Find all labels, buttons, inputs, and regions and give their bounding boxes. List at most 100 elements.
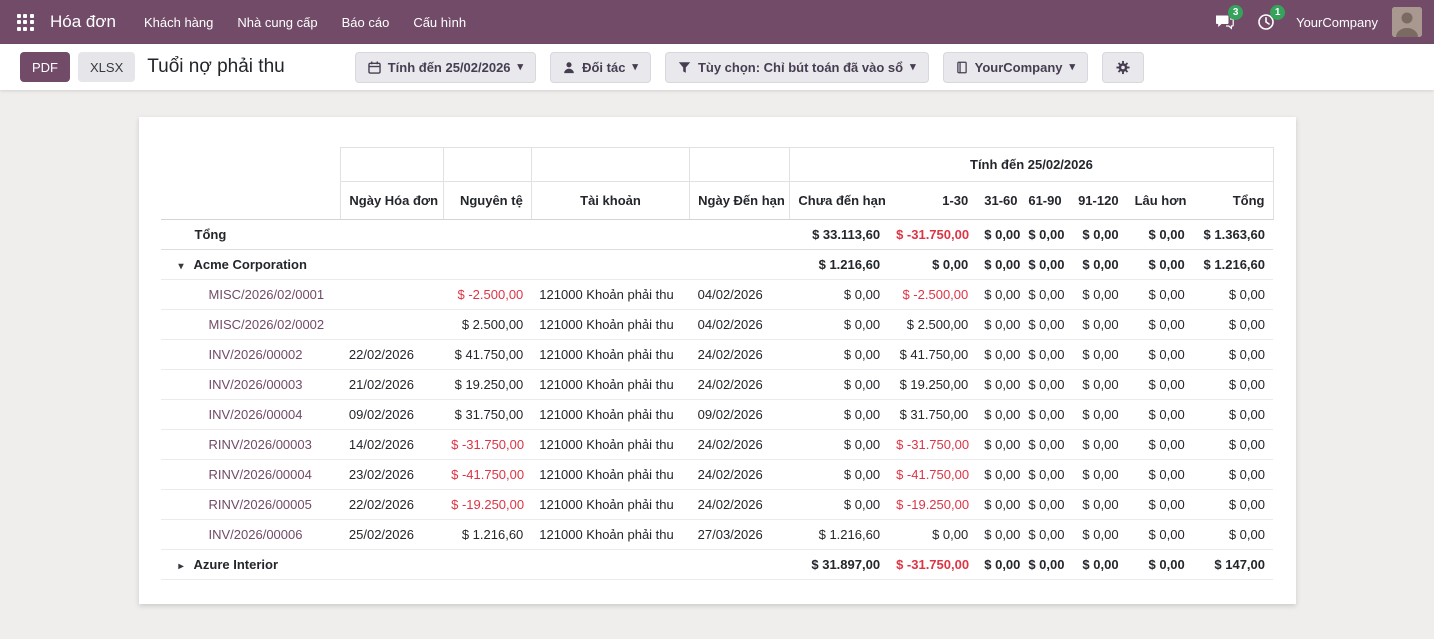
- detail-cell: [443, 250, 531, 280]
- report-sheet: Tính đến 25/02/2026 Ngày Hóa đơn Nguyên …: [139, 117, 1296, 604]
- detail-cell: [341, 220, 443, 250]
- row-label-cell: INV/2026/00006: [161, 520, 341, 550]
- avatar[interactable]: [1392, 7, 1422, 37]
- amount-cell: $ 0,00: [1193, 490, 1273, 520]
- document-link[interactable]: INV/2026/00004: [209, 407, 303, 422]
- report-line-row: INV/2026/0000409/02/2026$ 31.750,0012100…: [161, 400, 1274, 430]
- amount-cell: $ 41.750,00: [888, 340, 976, 370]
- amount-cell: $ 0,00: [1068, 490, 1126, 520]
- detail-cell: 22/02/2026: [341, 490, 443, 520]
- document-link[interactable]: RINV/2026/00003: [209, 437, 312, 452]
- menu-item-nha-cung-cap[interactable]: Nhà cung cấp: [225, 0, 329, 44]
- options-filter-button[interactable]: Tùy chọn: Chỉ bút toán đã vào sổ ▾: [665, 52, 929, 83]
- document-link[interactable]: RINV/2026/00004: [209, 467, 312, 482]
- caret-expanded-icon[interactable]: ▾: [179, 261, 194, 272]
- partner-group-row: ▾Acme Corporation$ 1.216,60$ 0,00$ 0,00$…: [161, 250, 1274, 280]
- row-label: Tổng: [195, 227, 227, 242]
- date-filter-button[interactable]: Tính đến 25/02/2026 ▾: [355, 52, 536, 83]
- detail-cell: [690, 220, 790, 250]
- amount-cell: $ 0,00: [790, 370, 888, 400]
- amount-cell: $ 0,00: [1127, 550, 1193, 580]
- chevron-down-icon: ▾: [910, 62, 916, 73]
- content-area: Tính đến 25/02/2026 Ngày Hóa đơn Nguyên …: [0, 90, 1434, 639]
- amount-cell: $ 0,00: [790, 460, 888, 490]
- amount-cell: $ 0,00: [976, 550, 1020, 580]
- col-header-account: Tài khoản: [531, 182, 689, 220]
- partner-filter-button[interactable]: Đối tác ▾: [550, 52, 651, 83]
- row-label-cell: ▾Acme Corporation: [161, 250, 341, 280]
- amount-cell: $ 0,00: [1068, 460, 1126, 490]
- amount-cell: $ 0,00: [1193, 340, 1273, 370]
- detail-cell: [531, 220, 689, 250]
- row-label-cell: MISC/2026/02/0001: [161, 280, 341, 310]
- amount-cell: $ -31.750,00: [888, 550, 976, 580]
- apps-menu-button[interactable]: [6, 0, 44, 44]
- row-label[interactable]: Azure Interior: [194, 557, 279, 572]
- company-switcher[interactable]: YourCompany: [1296, 15, 1378, 30]
- amount-cell: $ 1.216,60: [790, 250, 888, 280]
- empty-header-cell: [443, 148, 531, 182]
- period-group-header: Tính đến 25/02/2026: [790, 148, 1273, 182]
- report-line-row: RINV/2026/0000314/02/2026$ -31.750,00121…: [161, 430, 1274, 460]
- detail-cell: 121000 Khoản phải thu: [531, 460, 689, 490]
- amount-cell: $ 0,00: [976, 520, 1020, 550]
- col-header-61-90: 61-90: [1020, 182, 1068, 220]
- amount-cell: $ 0,00: [976, 220, 1020, 250]
- amount-cell: $ 1.216,60: [790, 520, 888, 550]
- row-label[interactable]: Acme Corporation: [194, 257, 307, 272]
- amount-cell: $ 0,00: [1193, 310, 1273, 340]
- row-label-cell: INV/2026/00003: [161, 370, 341, 400]
- col-header-label: [161, 182, 341, 220]
- pdf-button[interactable]: PDF: [20, 52, 70, 82]
- col-header-not-due: Chưa đến hạn: [790, 182, 888, 220]
- xlsx-button[interactable]: XLSX: [78, 52, 135, 82]
- detail-cell: $ -31.750,00: [443, 430, 531, 460]
- col-header-total: Tổng: [1193, 182, 1273, 220]
- activities-badge: 1: [1270, 5, 1285, 20]
- detail-cell: 25/02/2026: [341, 520, 443, 550]
- messages-button[interactable]: 3: [1208, 6, 1240, 38]
- amount-cell: $ 0,00: [790, 310, 888, 340]
- amount-cell: $ -2.500,00: [888, 280, 976, 310]
- amount-cell: $ 0,00: [1127, 430, 1193, 460]
- journal-filter-button[interactable]: YourCompany ▾: [943, 52, 1088, 83]
- chevron-down-icon: ▾: [632, 62, 638, 73]
- amount-cell: $ 0,00: [790, 400, 888, 430]
- menu-item-cau-hinh[interactable]: Cấu hình: [401, 0, 478, 44]
- caret-collapsed-icon[interactable]: ▸: [179, 561, 194, 572]
- document-link[interactable]: MISC/2026/02/0002: [209, 317, 325, 332]
- amount-cell: $ 0,00: [976, 250, 1020, 280]
- report-table-body: Tổng$ 33.113,60$ -31.750,00$ 0,00$ 0,00$…: [161, 220, 1274, 580]
- journal-filter-label: YourCompany: [975, 60, 1063, 75]
- detail-cell: $ 19.250,00: [443, 370, 531, 400]
- amount-cell: $ 0,00: [1020, 280, 1068, 310]
- detail-cell: [341, 250, 443, 280]
- report-settings-button[interactable]: [1102, 52, 1144, 83]
- report-line-row: MISC/2026/02/0001$ -2.500,00121000 Khoản…: [161, 280, 1274, 310]
- document-link[interactable]: INV/2026/00003: [209, 377, 303, 392]
- amount-cell: $ 0,00: [1020, 340, 1068, 370]
- page-title: Tuổi nợ phải thu: [147, 56, 284, 78]
- amount-cell: $ 2.500,00: [888, 310, 976, 340]
- person-icon: [563, 61, 575, 74]
- detail-cell: [443, 550, 531, 580]
- detail-cell: 24/02/2026: [690, 430, 790, 460]
- document-link[interactable]: MISC/2026/02/0001: [209, 287, 325, 302]
- app-name[interactable]: Hóa đơn: [50, 12, 116, 32]
- empty-header-cell: [690, 148, 790, 182]
- menu-item-khach-hang[interactable]: Khách hàng: [132, 0, 225, 44]
- amount-cell: $ 0,00: [976, 490, 1020, 520]
- detail-cell: 121000 Khoản phải thu: [531, 340, 689, 370]
- activities-button[interactable]: 1: [1250, 6, 1282, 38]
- topbar-right: 3 1 YourCompany: [1208, 6, 1422, 38]
- document-link[interactable]: INV/2026/00002: [209, 347, 303, 362]
- col-header-older: Lâu hơn: [1127, 182, 1193, 220]
- amount-cell: $ 0,00: [888, 250, 976, 280]
- document-link[interactable]: INV/2026/00006: [209, 527, 303, 542]
- amount-cell: $ 0,00: [888, 520, 976, 550]
- detail-cell: 121000 Khoản phải thu: [531, 310, 689, 340]
- document-link[interactable]: RINV/2026/00005: [209, 497, 312, 512]
- gears-icon: [1115, 60, 1131, 75]
- menu-item-bao-cao[interactable]: Báo cáo: [330, 0, 402, 44]
- amount-cell: $ 0,00: [1068, 310, 1126, 340]
